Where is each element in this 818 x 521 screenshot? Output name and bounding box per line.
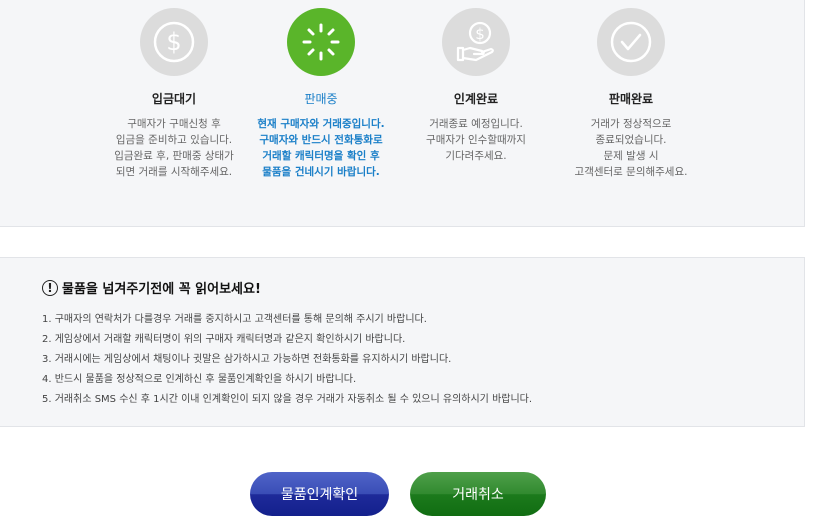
notice-item: 3. 거래시에는 게임상에서 채팅이나 귓말은 삼가하시고 가능하면 전화통화를…	[42, 354, 452, 365]
check-icon	[597, 8, 665, 76]
step-sale-complete: 판매완료 거래가 정상적으로 종료되었습니다. 문제 발생 시 고객센터로 문의…	[531, 8, 731, 180]
cancel-trade-button[interactable]: 거래취소	[410, 472, 546, 516]
trade-status-steps: $ 입금대기 구매자가 구매신청 후 입금을 준비하고 있습니다. 입금완료 후…	[0, 0, 805, 227]
notice-item: 5. 거래취소 SMS 수신 후 1시간 이내 인계확인이 되지 않을 경우 거…	[42, 394, 533, 405]
notice-header: ! 물품을 넘겨주기전에 꼭 읽어보세요!	[42, 278, 261, 297]
confirm-handover-button[interactable]: 물품인계확인	[250, 472, 389, 516]
step-description: 거래가 정상적으로 종료되었습니다. 문제 발생 시 고객센터로 문의해주세요.	[574, 118, 688, 178]
notice-panel: ! 물품을 넘겨주기전에 꼭 읽어보세요! 1. 구매자의 연락처가 다를경우 …	[0, 257, 805, 427]
notice-item: 1. 구매자의 연락처가 다를경우 거래를 중지하시고 고객센터를 통해 문의해…	[42, 314, 427, 325]
loading-icon	[287, 8, 355, 76]
dollar-icon: $	[140, 8, 208, 76]
notice-title: 물품을 넘겨주기전에 꼭 읽어보세요!	[62, 282, 261, 297]
svg-text:$: $	[166, 28, 181, 56]
notice-item: 4. 반드시 물품을 정상적으로 인계하신 후 물품인계확인을 하시기 바랍니다…	[42, 374, 357, 385]
notice-list: 1. 구매자의 연락처가 다를경우 거래를 중지하시고 고객센터를 통해 문의해…	[42, 310, 532, 410]
svg-text:$: $	[475, 25, 485, 43]
notice-item: 2. 게임상에서 거래할 캐릭터명이 위의 구매자 캐릭터명과 같은지 확인하시…	[42, 334, 406, 345]
alert-icon: !	[42, 279, 58, 296]
step-title: 판매완료	[608, 92, 654, 106]
hand-coin-icon: $	[442, 8, 510, 76]
